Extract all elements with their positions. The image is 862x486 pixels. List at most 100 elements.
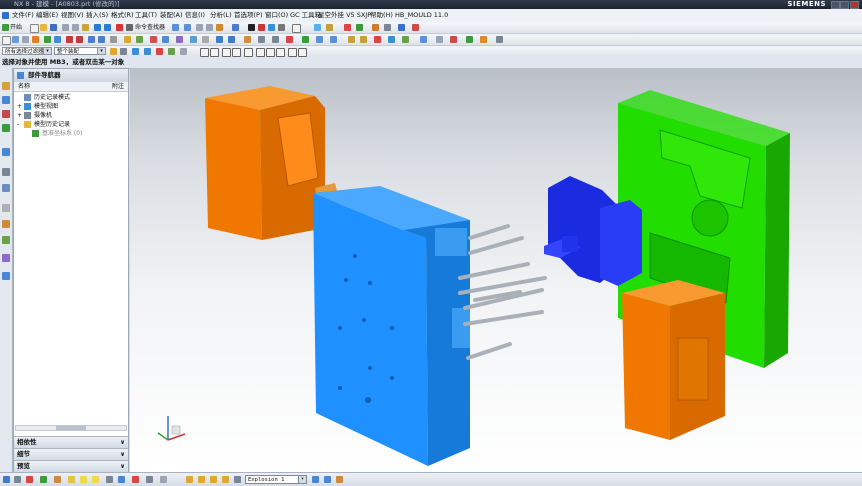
render-style-icon[interactable]	[232, 24, 239, 31]
face-select-icon[interactable]	[156, 48, 163, 55]
ejector-icon[interactable]	[388, 36, 395, 43]
horizontal-scrollbar[interactable]	[15, 425, 127, 431]
delete-icon[interactable]	[116, 24, 123, 31]
start-menu-button[interactable]: 开始	[10, 22, 22, 33]
draft-icon[interactable]	[176, 36, 183, 43]
undo-icon[interactable]	[94, 24, 101, 31]
trim-body-icon[interactable]	[150, 36, 157, 43]
snap-center-icon[interactable]	[266, 48, 275, 57]
menu-file[interactable]: 文件(F)	[12, 9, 34, 22]
body-select-icon[interactable]	[144, 48, 151, 55]
navigator-tree-item[interactable]: - 模型历史记录	[14, 120, 128, 129]
navigator-tree-item[interactable]: 基准坐标系 (0)	[14, 129, 128, 138]
move-face-icon[interactable]	[190, 36, 197, 43]
graphics-window[interactable]	[130, 68, 862, 472]
panel-preview[interactable]: 预览 ∨	[14, 460, 128, 472]
select-all-icon[interactable]	[110, 48, 117, 55]
cut-icon[interactable]	[62, 24, 69, 31]
bom-icon[interactable]	[436, 36, 443, 43]
insert-icon[interactable]	[374, 36, 381, 43]
redo-icon[interactable]	[104, 24, 111, 31]
component-select-icon[interactable]	[132, 48, 139, 55]
expand-toggle[interactable]: +	[17, 102, 22, 111]
menu-view[interactable]: 视图(V)	[61, 9, 84, 22]
snap-face-icon[interactable]	[288, 48, 297, 57]
wcs-icon[interactable]	[314, 24, 321, 31]
maximize-icon[interactable]	[840, 1, 849, 9]
expand-toggle[interactable]: -	[17, 120, 19, 129]
orient-view-icon[interactable]	[268, 24, 275, 31]
snap-endpoint-icon[interactable]	[200, 48, 209, 57]
revolve-icon[interactable]	[22, 36, 29, 43]
boss-icon[interactable]	[44, 36, 51, 43]
snap-icon[interactable]	[180, 48, 187, 55]
type-filter-select[interactable]: 所有选择过滤器 ▾	[2, 47, 52, 55]
datum-axis-icon[interactable]	[228, 36, 235, 43]
hd3d-tools-icon[interactable]	[2, 148, 10, 156]
history-icon[interactable]	[2, 184, 10, 192]
tool-icon[interactable]	[372, 24, 379, 31]
scrollbar-thumb[interactable]	[56, 426, 86, 430]
show-component-icon[interactable]	[324, 476, 331, 483]
snap-bounded-icon[interactable]	[298, 48, 307, 57]
ejector-pins[interactable]	[458, 224, 547, 360]
snap-midpoint-icon[interactable]	[210, 48, 219, 57]
extend-icon[interactable]	[118, 476, 125, 483]
assembly-icon[interactable]	[398, 24, 405, 31]
reuse-library-icon[interactable]	[2, 124, 10, 132]
column-attach[interactable]: 附注	[112, 82, 124, 91]
assembly-navigator-icon[interactable]	[2, 82, 10, 90]
menu-format[interactable]: 格式(R)	[111, 9, 134, 22]
spline-tool-icon[interactable]	[54, 476, 61, 483]
snap-line-icon[interactable]	[222, 48, 231, 57]
web-browser-icon[interactable]	[2, 168, 10, 176]
shaded-icon[interactable]	[248, 24, 255, 31]
snap-view-icon[interactable]	[3, 476, 10, 483]
chamfer-icon[interactable]	[98, 36, 105, 43]
process-studio-icon[interactable]	[2, 220, 10, 228]
unite-icon[interactable]	[66, 36, 73, 43]
project-icon[interactable]	[160, 476, 167, 483]
menu-tools[interactable]: 工具(T)	[135, 9, 157, 22]
command-finder-icon[interactable]	[126, 24, 133, 31]
feature-select-icon[interactable]	[120, 48, 127, 55]
arc-tool-icon[interactable]	[40, 476, 47, 483]
settings-icon[interactable]	[384, 24, 391, 31]
auto-explode-icon[interactable]	[210, 476, 217, 483]
copy-icon[interactable]	[72, 24, 79, 31]
mirror-icon[interactable]	[136, 36, 143, 43]
subtract-icon[interactable]	[76, 36, 83, 43]
menu-preferences[interactable]: 首选项(P)	[234, 9, 263, 22]
column-name[interactable]: 名称	[18, 82, 30, 91]
panel-dependencies[interactable]: 相依性 ∨	[14, 436, 128, 448]
moving-half-plate[interactable]	[313, 186, 470, 466]
edge-select-icon[interactable]	[168, 48, 175, 55]
shell-icon[interactable]	[110, 36, 117, 43]
system-scenes-icon[interactable]	[2, 254, 10, 262]
explode-view-icon[interactable]	[186, 476, 193, 483]
circle-tool-icon[interactable]	[26, 476, 33, 483]
offset-icon[interactable]	[146, 476, 153, 483]
point-icon[interactable]	[244, 36, 251, 43]
part-navigator-icon[interactable]	[2, 110, 10, 118]
window-icon[interactable]	[172, 24, 179, 31]
roles-icon[interactable]	[2, 236, 10, 244]
system-materials-icon[interactable]	[2, 204, 10, 212]
minimize-icon[interactable]	[831, 1, 840, 9]
constraint-navigator-icon[interactable]	[2, 96, 10, 104]
scope-select[interactable]: 整个装配 ▾	[54, 47, 106, 55]
blend-icon[interactable]	[88, 36, 95, 43]
menu-edit[interactable]: 编辑(E)	[36, 9, 58, 22]
datum-plane-icon[interactable]	[216, 36, 223, 43]
mold-wizard-nav-icon[interactable]	[2, 272, 10, 280]
paste-icon[interactable]	[82, 24, 89, 31]
tracelines-icon[interactable]	[336, 476, 343, 483]
hide-component-icon[interactable]	[312, 476, 319, 483]
electrode-icon[interactable]	[420, 36, 427, 43]
new-file-icon[interactable]	[30, 24, 39, 33]
menu-window[interactable]: 窗口(O)	[265, 9, 288, 22]
extrude-icon[interactable]	[12, 36, 19, 43]
menu-gc-toolkit[interactable]: GC 工具箱	[290, 9, 321, 22]
arc-icon[interactable]	[286, 36, 293, 43]
menu-help[interactable]: 帮助(H)	[370, 9, 393, 22]
